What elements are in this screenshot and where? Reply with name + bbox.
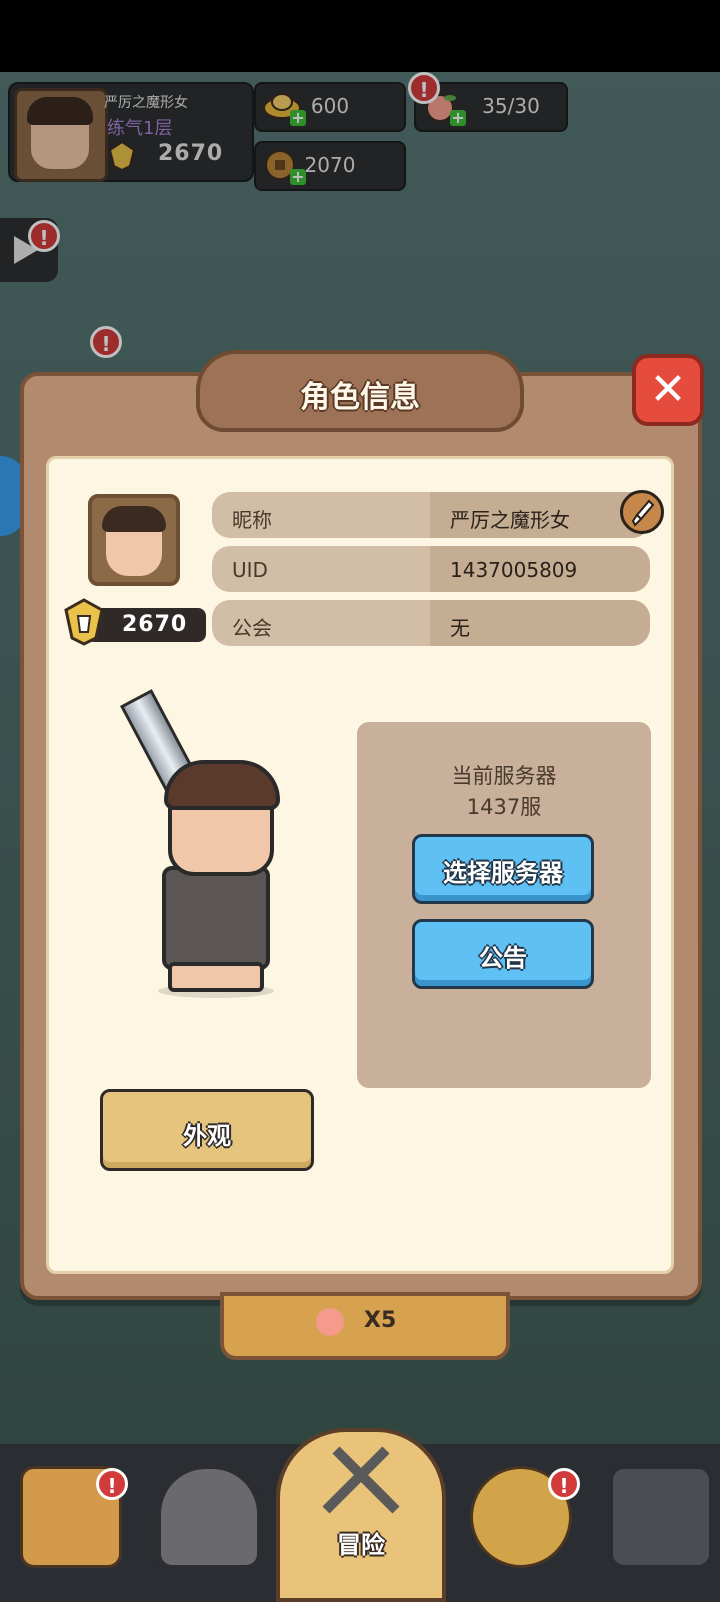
nav-shop-badge: ! — [96, 1468, 128, 1500]
appearance-button[interactable]: 外观 — [100, 1089, 314, 1171]
reward-multiplier: X5 — [364, 1308, 397, 1333]
character-hair — [164, 760, 280, 810]
nav-shop[interactable] — [0, 1444, 136, 1584]
appearance-label: 外观 — [183, 1122, 231, 1150]
announcement-label: 公告 — [479, 944, 527, 972]
profile-avatar-hair — [102, 506, 166, 532]
nickname-label: 昵称 — [232, 508, 272, 532]
guild-label: 公会 — [232, 616, 272, 640]
info-row-nickname — [212, 492, 650, 538]
nav-character[interactable] — [138, 1444, 274, 1584]
nav-locked[interactable] — [590, 1444, 720, 1584]
nav-adventure-label: 冒险 — [337, 1531, 385, 1559]
edit-nickname-button[interactable] — [620, 490, 664, 534]
announcement-button[interactable]: 公告 — [412, 919, 594, 989]
info-row-guild — [212, 600, 650, 646]
uid-value: 1437005809 — [450, 558, 578, 582]
brush-icon — [631, 499, 655, 527]
select-server-button[interactable]: 选择服务器 — [412, 834, 594, 904]
dialog-title: 角色信息 — [300, 380, 420, 415]
character-body — [162, 866, 270, 970]
character-feet — [168, 962, 264, 992]
power-value: 2670 — [122, 612, 188, 637]
peach-reward-icon — [316, 1308, 344, 1336]
nav-upgrade[interactable] — [450, 1444, 586, 1584]
power-helmet-icon — [64, 598, 104, 646]
uid-label: UID — [232, 558, 268, 582]
info-row-uid — [212, 546, 650, 592]
select-server-label: 选择服务器 — [443, 859, 563, 887]
guild-value: 无 — [450, 616, 470, 640]
profile-avatar[interactable] — [88, 494, 180, 586]
current-server-name: 1437服 — [466, 795, 542, 819]
close-icon: ✕ — [649, 364, 687, 415]
current-server-label: 当前服务器 — [451, 764, 557, 788]
nickname-value: 严厉之魔形女 — [450, 508, 570, 532]
lock-icon — [610, 1466, 712, 1568]
status-bar — [0, 0, 720, 72]
character-icon — [158, 1466, 260, 1568]
nav-upgrade-badge: ! — [548, 1468, 580, 1500]
close-button[interactable]: ✕ — [632, 354, 704, 426]
crossed-swords-icon — [322, 1446, 400, 1514]
